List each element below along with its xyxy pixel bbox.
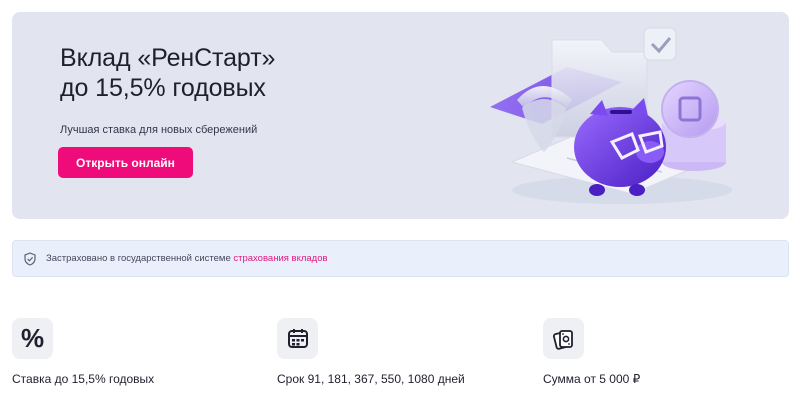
insurance-text: Застраховано в государственной системе	[46, 253, 234, 264]
deposit-insurance-link[interactable]: страхования вкладов	[233, 253, 327, 264]
hero-subtitle: Лучшая ставка для новых сбережений	[60, 124, 258, 136]
calendar-icon	[277, 318, 318, 359]
feature-term: Срок 91, 181, 367, 550, 1080 дней	[277, 318, 517, 398]
page-title: Вклад «РенСтарт» до 15,5% годовых	[60, 43, 275, 103]
feature-amount-label: Сумма от 5 000 ₽	[543, 372, 641, 386]
banknotes-icon	[543, 318, 584, 359]
feature-rate-label: Ставка до 15,5% годовых	[12, 372, 155, 386]
feature-rate: % Ставка до 15,5% годовых	[12, 318, 252, 398]
insurance-notice: Застраховано в государственной системе с…	[12, 240, 789, 277]
percent-glyph: %	[21, 323, 45, 353]
shield-check-icon	[24, 252, 36, 266]
insurance-notice-text: Застраховано в государственной системе с…	[46, 253, 328, 264]
title-line-2: до 15,5% годовых	[60, 74, 266, 102]
title-line-1: Вклад «РенСтарт»	[60, 44, 276, 72]
percent-icon: %	[12, 318, 53, 359]
piggy-bank-illustration	[490, 27, 732, 204]
feature-amount: Сумма от 5 000 ₽	[543, 318, 783, 398]
feature-term-label: Срок 91, 181, 367, 550, 1080 дней	[277, 372, 465, 386]
promo-banner: Вклад «РенСтарт» до 15,5% годовых Лучшая…	[12, 12, 789, 219]
open-online-button[interactable]: Открыть онлайн	[58, 147, 193, 178]
